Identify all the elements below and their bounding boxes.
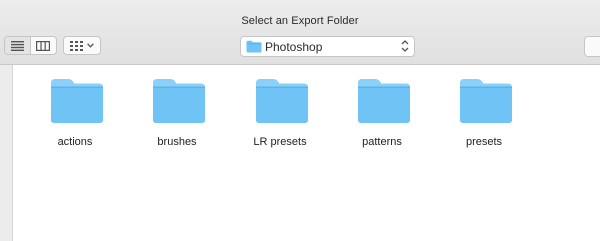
- folder-label: LR presets: [253, 136, 307, 148]
- folder-icon: [256, 79, 308, 123]
- folder-icon: [358, 79, 410, 123]
- folder-icon: [246, 40, 262, 53]
- toolbar-button-partial[interactable]: [584, 36, 600, 57]
- grid-arrange-icon: [70, 40, 83, 51]
- folder-icon: [460, 79, 512, 123]
- folder-item-patterns[interactable]: patterns: [337, 75, 427, 165]
- folder-icon: [153, 79, 205, 123]
- dialog-title: Select an Export Folder: [241, 15, 359, 27]
- folder-label: patterns: [362, 136, 402, 148]
- column-view-button[interactable]: [31, 37, 56, 54]
- location-label: Photoshop: [265, 40, 323, 54]
- folder-label: brushes: [157, 136, 197, 148]
- up-down-chevron-icon: [401, 40, 409, 52]
- folder-label: presets: [465, 136, 503, 148]
- location-popup[interactable]: Photoshop: [240, 36, 415, 57]
- arrange-button[interactable]: [63, 36, 101, 55]
- folder-label: actions: [57, 136, 93, 148]
- export-folder-dialog: Select an Export Folder Photoshop action…: [0, 0, 600, 241]
- folder-item-brushes[interactable]: brushes: [132, 75, 222, 165]
- view-mode-segmented-control: [4, 36, 57, 55]
- sidebar: [0, 65, 13, 241]
- folder-item-lr-presets[interactable]: LR presets: [235, 75, 325, 165]
- list-view-icon: [10, 40, 24, 51]
- list-view-button[interactable]: [5, 37, 31, 54]
- folder-browser: actions brushes LR presets patterns pres…: [13, 65, 600, 241]
- folder-item-presets[interactable]: presets: [439, 75, 529, 165]
- column-view-icon: [36, 40, 51, 51]
- dialog-toolbar: Select an Export Folder Photoshop: [0, 0, 600, 65]
- chevron-down-icon: [87, 43, 94, 48]
- folder-item-actions[interactable]: actions: [30, 75, 120, 165]
- folder-icon: [51, 79, 103, 123]
